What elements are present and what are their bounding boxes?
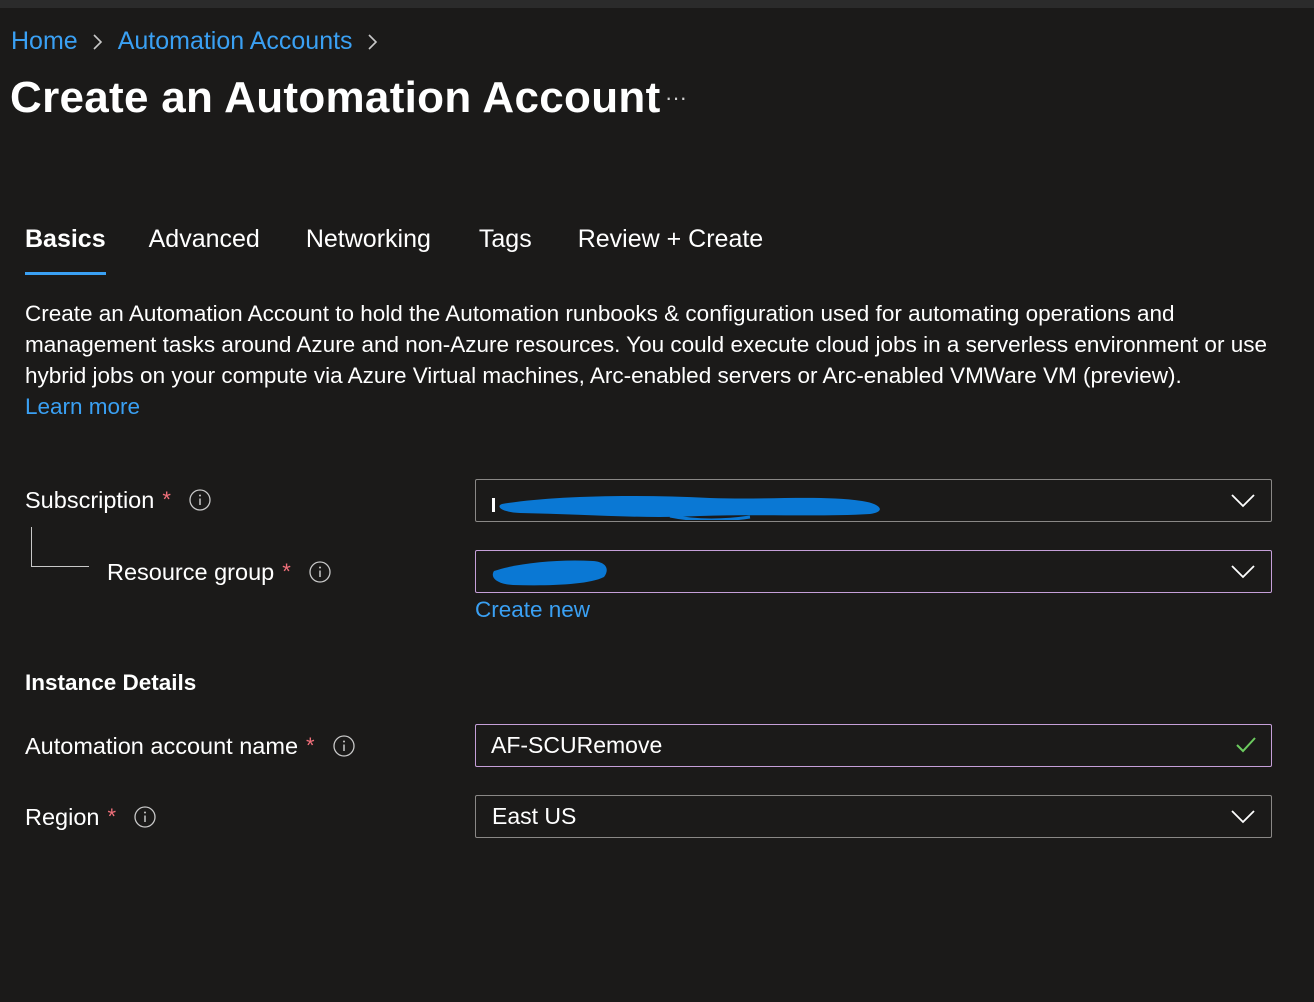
- info-icon[interactable]: [309, 561, 331, 583]
- account-name-label-row: Automation account name *: [25, 729, 355, 763]
- region-value: East US: [492, 803, 577, 829]
- checkmark-icon: [1236, 737, 1256, 753]
- subscription-select[interactable]: [475, 479, 1272, 522]
- resource-group-label: Resource group: [107, 558, 275, 585]
- tab-networking[interactable]: Networking: [306, 225, 431, 275]
- region-label-row: Region *: [25, 800, 156, 834]
- region-select[interactable]: East US: [475, 795, 1272, 838]
- chevron-down-icon: [1231, 565, 1255, 579]
- learn-more-link[interactable]: Learn more: [25, 391, 1295, 422]
- resource-group-label-row: Resource group *: [107, 555, 331, 589]
- required-mark: *: [107, 804, 117, 829]
- chevron-right-icon: [92, 25, 104, 57]
- tab-tags[interactable]: Tags: [479, 225, 532, 275]
- breadcrumb-home[interactable]: Home: [11, 27, 78, 56]
- account-name-value: AF-SCURemove: [491, 732, 663, 758]
- page-title: Create an Automation Account: [10, 73, 661, 122]
- description-text: Create an Automation Account to hold the…: [25, 301, 1267, 388]
- description: Create an Automation Account to hold the…: [25, 298, 1295, 422]
- create-new-resource-group-link[interactable]: Create new: [475, 597, 590, 623]
- breadcrumb-automation-accounts[interactable]: Automation Accounts: [118, 27, 353, 56]
- info-icon[interactable]: [189, 489, 211, 511]
- info-icon[interactable]: [332, 735, 355, 757]
- redaction-mark: [492, 496, 880, 520]
- hierarchy-connector: [31, 527, 89, 567]
- more-options-button[interactable]: ···: [662, 84, 690, 112]
- tab-advanced[interactable]: Advanced: [149, 225, 260, 275]
- tab-review-create[interactable]: Review + Create: [578, 225, 764, 275]
- region-label: Region: [25, 803, 100, 830]
- instance-details-heading: Instance Details: [25, 670, 197, 695]
- tab-basics[interactable]: Basics: [25, 225, 106, 275]
- account-name-input[interactable]: AF-SCURemove: [475, 724, 1272, 767]
- redaction-mark: [492, 560, 607, 586]
- chevron-right-icon: [367, 25, 379, 57]
- info-icon[interactable]: [134, 806, 156, 828]
- resource-group-select[interactable]: [475, 550, 1272, 593]
- top-bar: [0, 0, 1314, 8]
- account-name-label: Automation account name: [25, 732, 299, 759]
- chevron-down-icon: [1231, 494, 1255, 508]
- required-mark: *: [282, 559, 291, 584]
- required-mark: *: [162, 487, 171, 512]
- subscription-label: Subscription: [25, 486, 155, 513]
- subscription-label-row: Subscription *: [25, 483, 211, 517]
- chevron-down-icon: [1231, 810, 1255, 824]
- required-mark: *: [306, 733, 315, 758]
- breadcrumb: Home Automation Accounts: [11, 25, 393, 57]
- tab-bar: Basics Advanced Networking Tags Review +…: [25, 225, 763, 275]
